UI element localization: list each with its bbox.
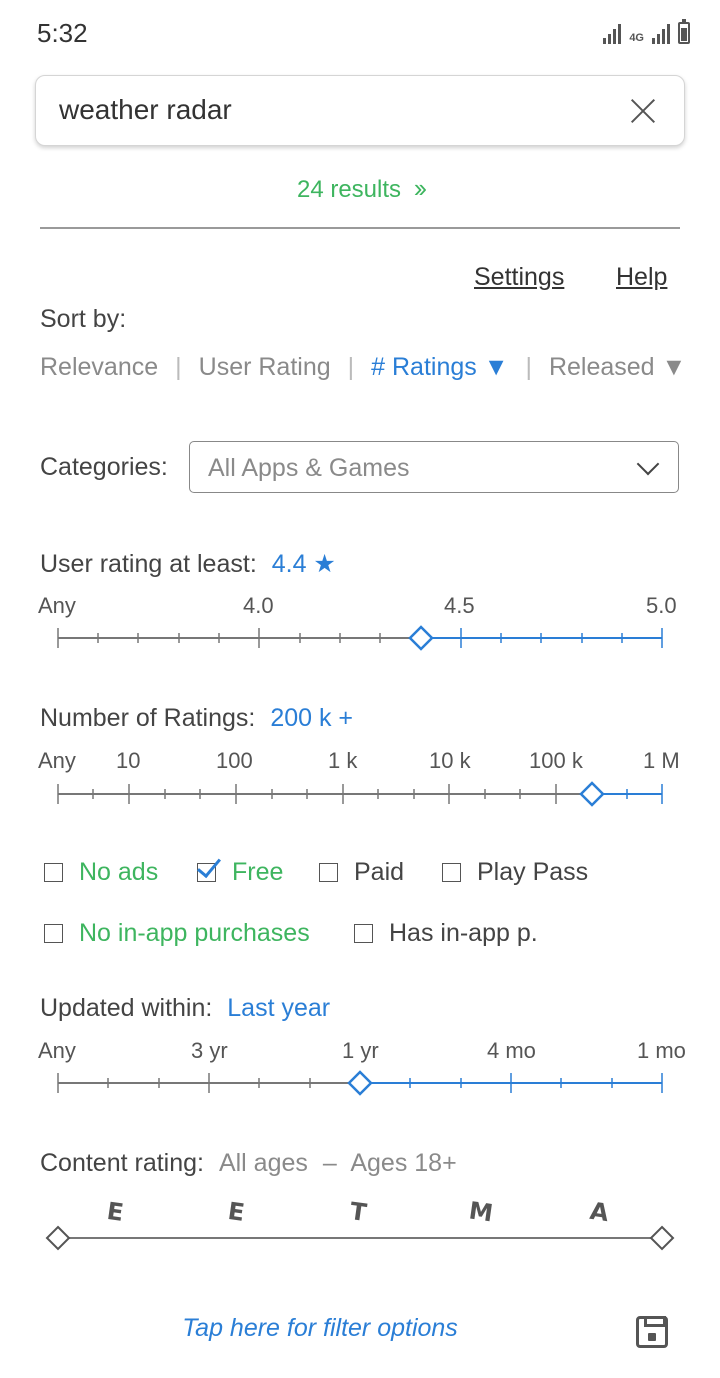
updated-tick-1mo: 1 mo [637, 1038, 686, 1063]
status-bar: 5:32 4G [0, 0, 720, 70]
categories-dropdown[interactable]: All Apps & Games [189, 441, 679, 493]
num-ratings-tick-10: 10 [116, 748, 141, 773]
settings-link[interactable]: Settings [474, 263, 564, 292]
signal-icon [603, 22, 622, 44]
num-ratings-tick-any: Any [38, 748, 76, 773]
content-rating-to: Ages 18+ [350, 1149, 457, 1177]
user-rating-label: User rating at least: 4.4 ★ [40, 550, 336, 578]
filter-paid[interactable]: Paid [319, 858, 404, 887]
checkbox-no-in-app-purchases[interactable] [44, 924, 63, 943]
num-ratings-tick-10k: 10 k [429, 748, 471, 773]
updated-tick-4mo: 4 mo [487, 1038, 536, 1063]
user-rating-tick-any: Any [38, 593, 76, 618]
updated-thumb [347, 1070, 373, 1096]
content-rating-thumb-min [45, 1225, 71, 1251]
num-ratings-label: Number of Ratings: 200 k + [40, 704, 354, 732]
status-time: 5:32 [37, 18, 88, 48]
results-count: 24 results [296, 176, 402, 203]
filter-options-link[interactable]: Tap here for filter options [0, 1314, 640, 1343]
close-icon[interactable] [630, 98, 656, 124]
content-rating-thumb-max [649, 1225, 675, 1251]
search-input[interactable] [59, 94, 599, 126]
num-ratings-tick-1k: 1 k [328, 748, 358, 773]
sort-label: Sort by: [40, 305, 127, 333]
chevron-down-icon [636, 452, 660, 476]
num-ratings-slider[interactable] [0, 774, 720, 814]
results-count-link[interactable]: 24 results ›› [0, 173, 720, 204]
categories-label: Categories: [40, 453, 168, 481]
num-ratings-tick-1m: 1 M [643, 748, 680, 773]
user-rating-value: 4.4 ★ [271, 550, 336, 578]
user-rating-slider[interactable] [0, 618, 720, 658]
filter-no-in-app-purchases[interactable]: No in-app purchases [44, 919, 310, 948]
content-rating-label: Content rating: All ages – Ages 18+ [40, 1149, 457, 1177]
network-type-label: 4G [629, 32, 644, 44]
content-rating-from: All ages [218, 1149, 308, 1177]
user-rating-tick-5-0: 5.0 [646, 593, 677, 618]
sort-option-user-rating[interactable]: User Rating [199, 353, 331, 381]
sort-options: Relevance | User Rating | # Ratings ▼ | Releas… [40, 353, 687, 381]
updated-tick-1yr: 1 yr [342, 1038, 379, 1063]
categories-selected: All Apps & Games [208, 454, 410, 482]
battery-icon [678, 19, 690, 44]
user-rating-tick-4-5: 4.5 [444, 593, 475, 618]
filter-has-in-app-purchases[interactable]: Has in-app p. [354, 919, 538, 948]
sort-option-relevance[interactable]: Relevance [40, 353, 158, 381]
checkbox-no-ads[interactable] [44, 863, 63, 882]
filter-no-ads[interactable]: No ads [44, 858, 158, 887]
user-rating-tick-4-0: 4.0 [243, 593, 274, 618]
updated-tick-any: Any [38, 1038, 76, 1063]
save-icon[interactable] [636, 1316, 668, 1348]
num-ratings-tick-100k: 100 k [529, 748, 583, 773]
updated-value: Last year [227, 994, 331, 1022]
checkbox-free[interactable] [197, 863, 216, 882]
updated-slider[interactable] [0, 1063, 720, 1103]
checkbox-play-pass[interactable] [442, 863, 461, 882]
signal-icon-2 [652, 22, 670, 44]
search-box[interactable] [35, 75, 685, 146]
status-icons: 4G [603, 19, 690, 44]
checkbox-paid[interactable] [319, 863, 338, 882]
content-rating-slider[interactable] [0, 1218, 720, 1258]
user-rating-thumb [408, 625, 434, 651]
checkbox-has-in-app-purchases[interactable] [354, 924, 373, 943]
sort-option-released[interactable]: Released ▼ [549, 353, 686, 381]
updated-tick-3yr: 3 yr [191, 1038, 228, 1063]
filter-play-pass[interactable]: Play Pass [442, 858, 588, 887]
num-ratings-tick-100: 100 [216, 748, 253, 773]
sort-option-num-ratings[interactable]: # Ratings ▼ [371, 353, 508, 381]
help-link[interactable]: Help [616, 263, 667, 292]
double-chevron-right-icon: ›› [413, 173, 427, 203]
updated-label: Updated within: Last year [40, 994, 331, 1022]
num-ratings-value: 200 k + [270, 704, 354, 732]
divider [40, 227, 680, 229]
filter-free[interactable]: Free [197, 858, 283, 887]
num-ratings-thumb [579, 781, 605, 807]
